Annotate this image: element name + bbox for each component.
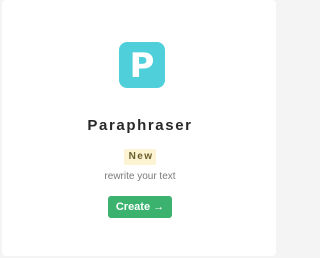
create-button[interactable]: Create →	[107, 196, 173, 218]
tool-description: rewrite your text	[104, 171, 176, 182]
paraphraser-card[interactable]: P Paraphraser New rewrite your text Crea…	[2, 0, 276, 256]
paraphraser-p-icon: P	[129, 45, 155, 86]
tool-title: Paraphraser	[87, 117, 193, 134]
new-badge: New	[123, 149, 157, 165]
paraphraser-app-icon: P	[119, 42, 165, 88]
